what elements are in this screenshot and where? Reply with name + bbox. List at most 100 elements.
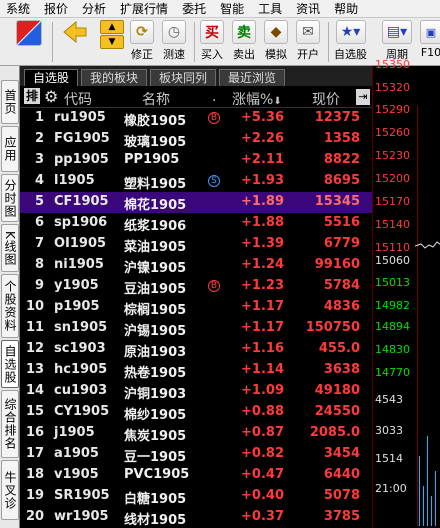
table-row[interactable]: 20 wr1905 线材1905 +0.37 3785 bbox=[20, 507, 372, 528]
table-row[interactable]: 8 ni1905 沪镍1905 +1.24 99160 bbox=[20, 255, 372, 276]
row-index: 17 bbox=[26, 446, 45, 461]
f10-button[interactable]: ▣ F10 bbox=[420, 20, 440, 64]
simulate-button[interactable]: ◆ 模拟 bbox=[264, 20, 288, 64]
contract-code: SR1905 bbox=[54, 488, 110, 503]
app-logo-button[interactable] bbox=[16, 20, 42, 64]
speed-test-label: 测速 bbox=[163, 48, 185, 61]
table-row[interactable]: 19 SR1905 白糖1905 +0.40 5078 bbox=[20, 486, 372, 507]
menu-item[interactable]: 分析 bbox=[82, 0, 106, 17]
contract-code: v1905 bbox=[54, 467, 99, 482]
change-percent: +2.26 bbox=[241, 131, 284, 146]
table-row[interactable]: 12 sc1903 原油1903 +1.16 455.0 bbox=[20, 339, 372, 360]
price-column-header[interactable]: 现价 bbox=[312, 89, 340, 109]
change-percent: +0.40 bbox=[241, 488, 284, 503]
watchlist-tab[interactable]: 我的板块 bbox=[81, 69, 148, 86]
watchlist-tab[interactable]: 板块同列 bbox=[150, 69, 217, 86]
last-price: 99160 bbox=[314, 257, 360, 272]
table-row[interactable]: 10 p1905 棕榈1905 +1.17 4836 bbox=[20, 297, 372, 318]
change-percent: +0.88 bbox=[241, 404, 284, 419]
table-row[interactable]: 1 ru1905 橡胶1905 +5.36 12375 B bbox=[20, 108, 372, 129]
open-account-button[interactable]: ✉ 开户 bbox=[296, 20, 320, 64]
contract-code: ru1905 bbox=[54, 110, 106, 125]
contract-name: 热卷1905 bbox=[124, 366, 187, 381]
row-index: 14 bbox=[26, 383, 45, 398]
chart-axis-label: 15320 bbox=[375, 81, 410, 94]
row-index: 9 bbox=[34, 278, 44, 293]
back-button[interactable] bbox=[60, 20, 90, 64]
name-column-header[interactable]: 名称 bbox=[142, 89, 170, 109]
row-index: 7 bbox=[34, 236, 44, 251]
left-tab-label: K线图 bbox=[3, 230, 17, 266]
chart-axis-label: 4543 bbox=[375, 393, 403, 406]
watchlist-icon: ★▾ bbox=[335, 20, 366, 44]
chart-axis-label: 3033 bbox=[375, 424, 403, 437]
table-row[interactable]: 17 a1905 豆一1905 +0.82 3454 bbox=[20, 444, 372, 465]
watchlist-button[interactable]: ★▾ 自选股 bbox=[334, 20, 367, 64]
left-tab-7[interactable]: 综合排名 bbox=[1, 390, 19, 458]
menu-item[interactable]: 资讯 bbox=[296, 0, 320, 17]
intraday-price-line bbox=[415, 241, 440, 249]
left-tab-6[interactable]: 自选股 bbox=[1, 340, 19, 388]
row-index: 4 bbox=[34, 173, 44, 188]
contract-name: 豆油1905 bbox=[124, 282, 187, 297]
table-row[interactable]: 14 cu1903 沪铜1903 +1.09 49180 bbox=[20, 381, 372, 402]
left-tab-1[interactable]: 首页 bbox=[1, 80, 19, 124]
row-index: 1 bbox=[34, 110, 44, 125]
contract-name: 橡胶1905 bbox=[124, 114, 187, 129]
menu-item[interactable]: 报价 bbox=[44, 0, 68, 17]
row-index: 8 bbox=[34, 257, 44, 272]
table-row[interactable]: 3 pp1905 PP1905 +2.11 8822 bbox=[20, 150, 372, 171]
table-row[interactable]: 16 j1905 焦炭1905 +0.87 2085.0 bbox=[20, 423, 372, 444]
menu-item[interactable]: 委托 bbox=[182, 0, 206, 17]
left-tab-2[interactable]: 应用 bbox=[1, 126, 19, 172]
sell-button[interactable]: 卖 卖出 bbox=[232, 20, 256, 64]
table-row[interactable]: 15 CY1905 棉纱1905 +0.88 24550 bbox=[20, 402, 372, 423]
menu-item[interactable]: 工具 bbox=[258, 0, 282, 17]
price-chart-panel[interactable]: 15350 15320 15290 15260 15230 15200 15170 15140… bbox=[372, 58, 440, 528]
change-percent: +1.89 bbox=[241, 194, 284, 209]
code-column-header[interactable]: 代码 bbox=[64, 89, 92, 109]
row-index: 18 bbox=[26, 467, 45, 482]
last-price: 12375 bbox=[314, 110, 360, 125]
menu-item[interactable]: 帮助 bbox=[334, 0, 358, 17]
sort-rank-header[interactable]: 排 bbox=[24, 88, 40, 104]
up-arrow-icon: ▲ bbox=[100, 20, 124, 34]
speed-test-button[interactable]: ◷ 测速 bbox=[162, 20, 186, 64]
table-row[interactable]: 6 sp1906 纸浆1906 +1.88 5516 bbox=[20, 213, 372, 234]
table-row[interactable]: 18 v1905 PVC1905 +0.47 6440 bbox=[20, 465, 372, 486]
settings-gear-icon[interactable]: ⚙ bbox=[44, 87, 58, 106]
menu-bar: 系统 报价 分析 扩展行情 委托 智能 工具 资讯 帮助 bbox=[0, 0, 440, 18]
f10-label: F10 bbox=[420, 46, 440, 59]
simulate-icon: ◆ bbox=[264, 20, 288, 44]
last-price: 1358 bbox=[323, 131, 360, 146]
table-row[interactable]: 11 sn1905 沪锡1905 +1.17 150750 bbox=[20, 318, 372, 339]
speed-test-icon: ◷ bbox=[162, 20, 186, 44]
left-tab-3[interactable]: 分时图 bbox=[1, 174, 19, 222]
last-price: 150750 bbox=[305, 320, 360, 335]
menu-item[interactable]: 扩展行情 bbox=[120, 0, 168, 17]
revise-button[interactable]: ⟳ 修正 bbox=[130, 20, 154, 64]
change-pct-column-header[interactable]: 涨幅%⬇ bbox=[232, 89, 282, 109]
menu-item[interactable]: 系统 bbox=[6, 0, 30, 17]
table-row[interactable]: 13 hc1905 热卷1905 +1.14 3638 bbox=[20, 360, 372, 381]
table-row[interactable]: 7 OI1905 菜油1905 +1.39 6779 bbox=[20, 234, 372, 255]
watchlist-tab[interactable]: 自选股 bbox=[24, 69, 79, 86]
table-row[interactable]: 2 FG1905 玻璃1905 +2.26 1358 bbox=[20, 129, 372, 150]
chart-axis-label: 15350 bbox=[375, 58, 410, 71]
left-tab-5[interactable]: 个股资料 bbox=[1, 274, 19, 338]
watchlist-tab[interactable]: 最近浏览 bbox=[219, 69, 286, 86]
contract-code: ni1905 bbox=[54, 257, 104, 272]
contract-name: 豆一1905 bbox=[124, 450, 187, 465]
buy-button[interactable]: 买 买入 bbox=[200, 20, 224, 64]
quote-table-body: 1 ru1905 橡胶1905 +5.36 12375 B 2 FG1905 玻璃1905 +2.… bbox=[20, 108, 372, 528]
table-row[interactable]: 9 y1905 豆油1905 +1.23 5784 B bbox=[20, 276, 372, 297]
menu-item[interactable]: 智能 bbox=[220, 0, 244, 17]
up-down-button[interactable]: ▲ ▼ bbox=[100, 20, 124, 64]
scroll-columns-right-icon[interactable]: ⇥ bbox=[356, 89, 370, 105]
row-index: 6 bbox=[34, 215, 44, 230]
table-row[interactable]: 5 CF1905 棉花1905 +1.89 15345 bbox=[20, 192, 372, 213]
table-row[interactable]: 4 l1905 塑料1905 +1.93 8695 S bbox=[20, 171, 372, 192]
left-tab-8[interactable]: 牛叉诊 bbox=[1, 460, 19, 520]
left-tab-4[interactable]: K线图 bbox=[1, 224, 19, 272]
chart-axis-label: 15170 bbox=[375, 195, 410, 208]
